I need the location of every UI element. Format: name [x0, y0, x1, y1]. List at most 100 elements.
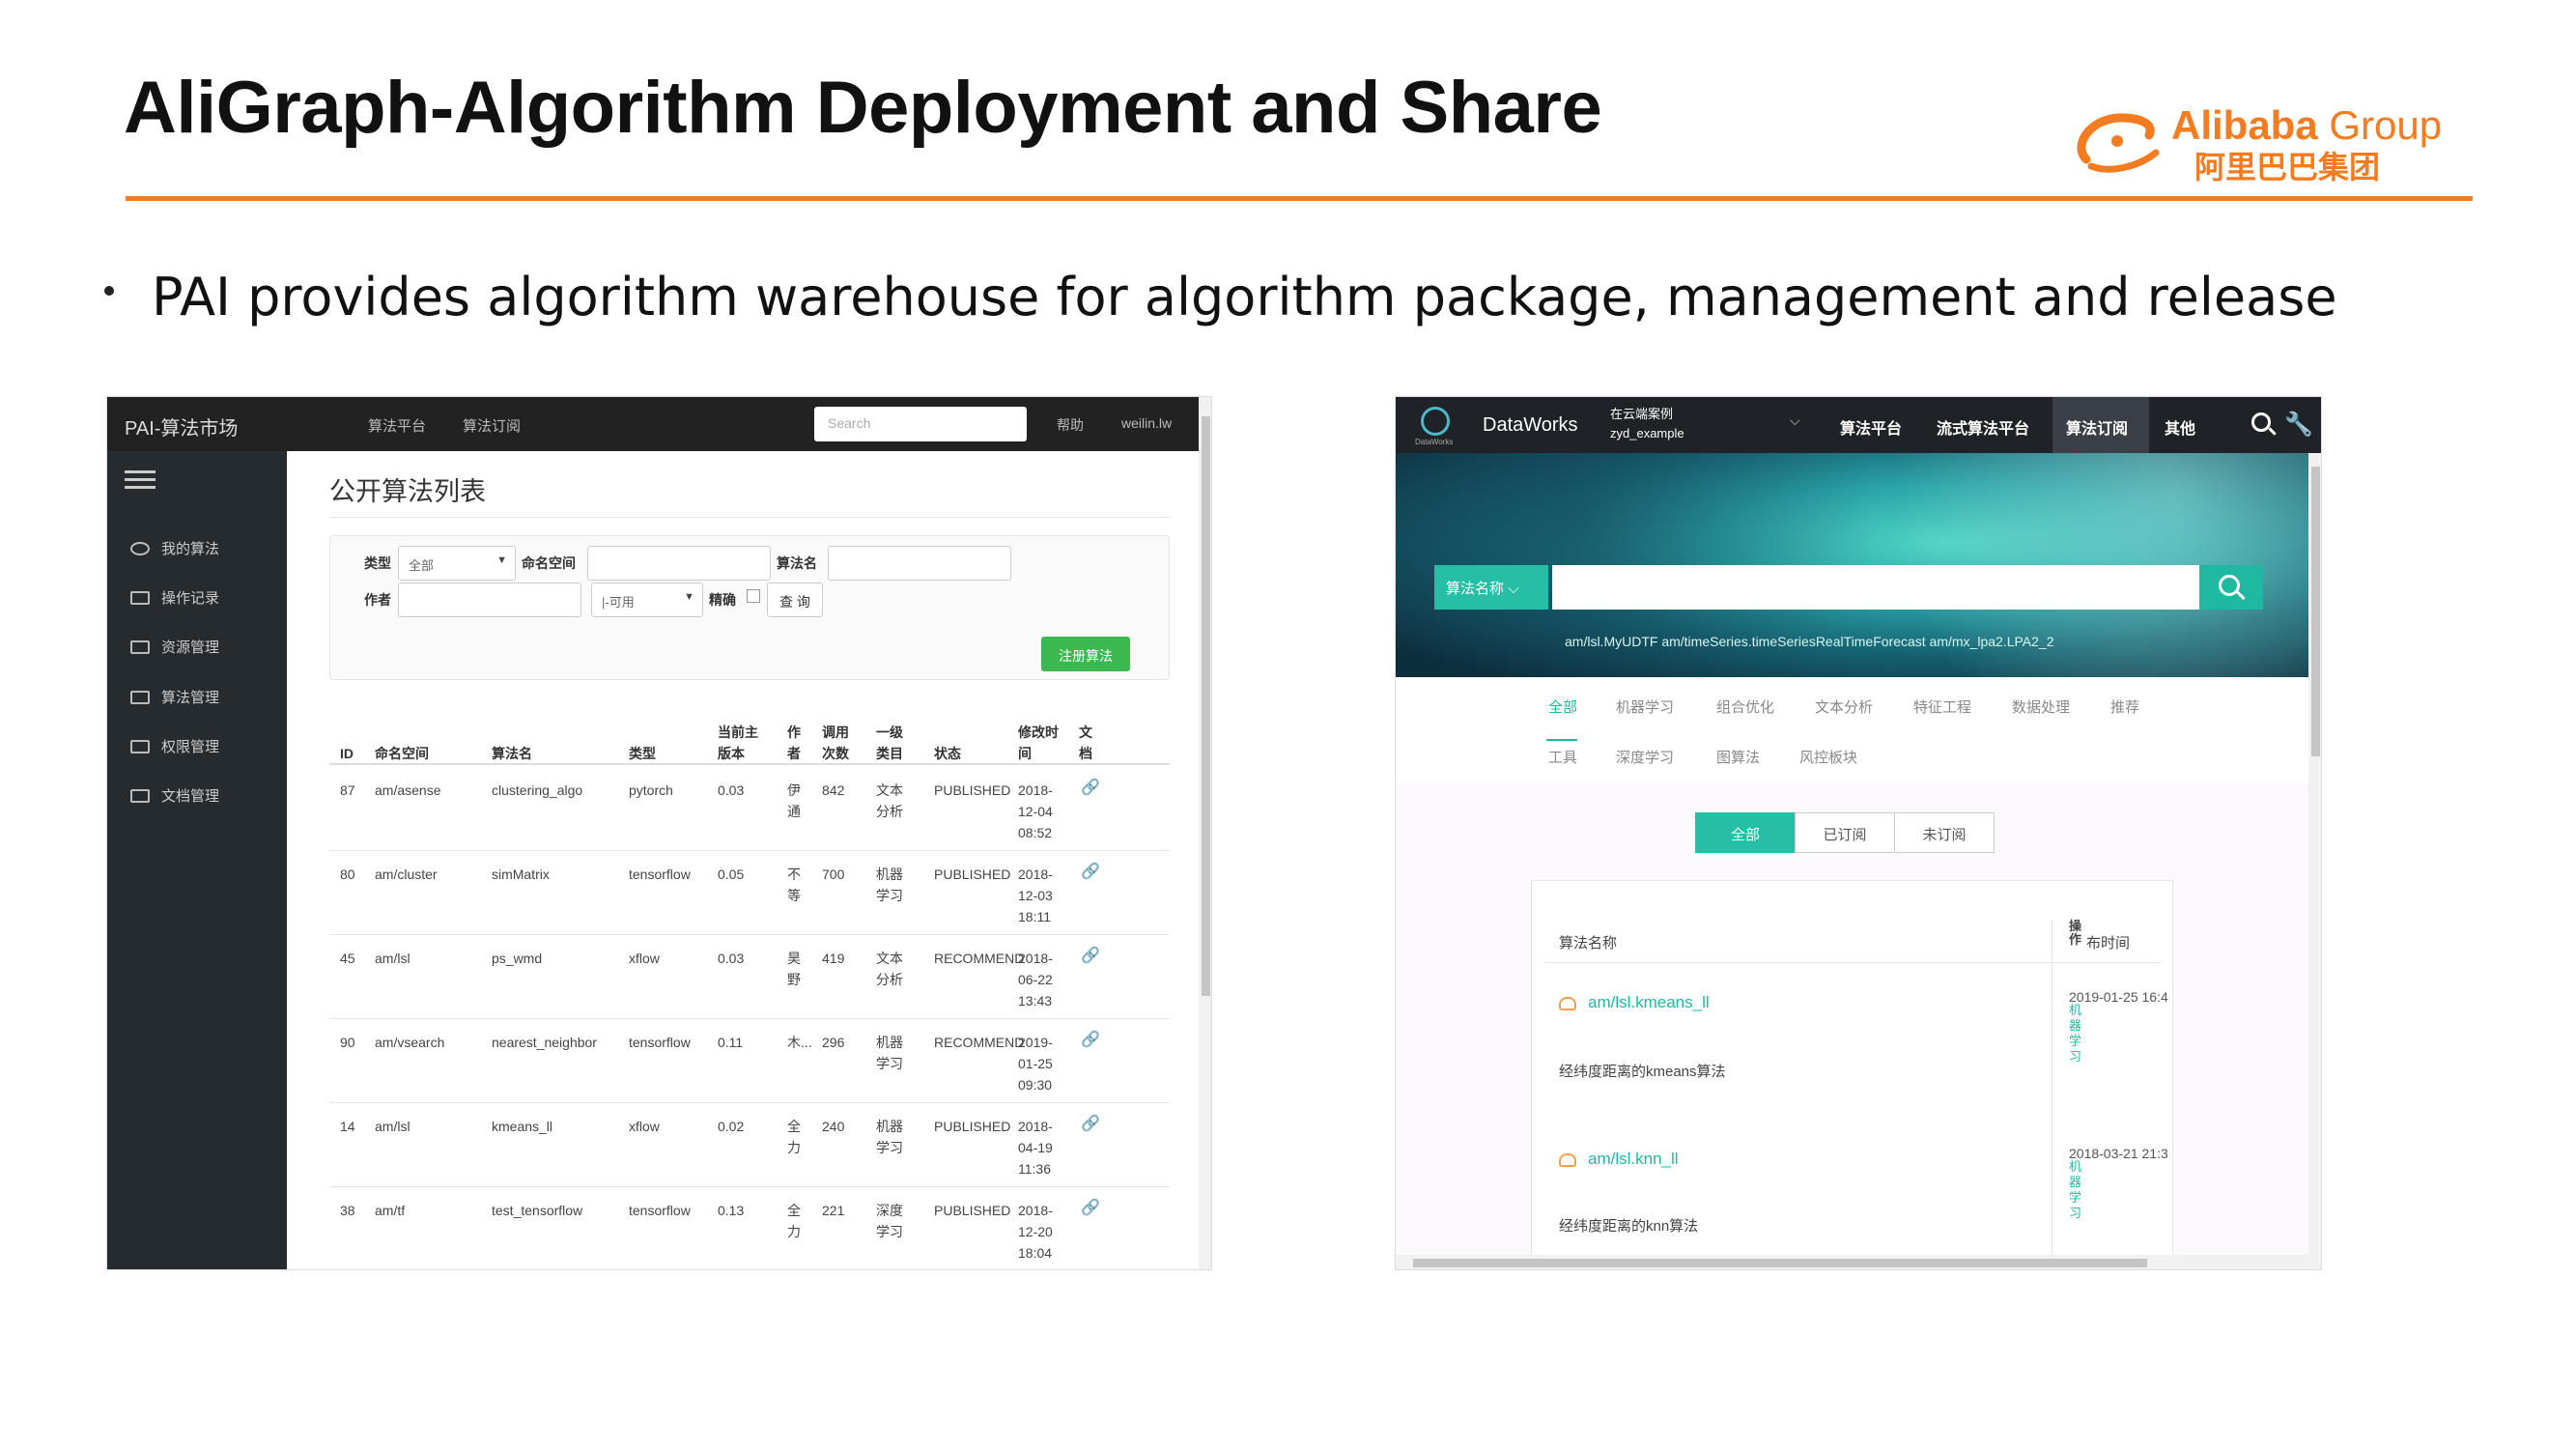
- doc-link-icon[interactable]: 🔗: [1081, 1114, 1100, 1133]
- caret-down-icon: ▼: [684, 591, 694, 603]
- author-input[interactable]: [398, 582, 581, 617]
- cell-type: pytorch: [629, 782, 673, 798]
- sidebar-item-my-algorithms[interactable]: 我的算法: [130, 538, 219, 558]
- availability-select[interactable]: |-可用 ▼: [591, 582, 703, 617]
- sidebar: 我的算法 操作记录 资源管理 算法管理 权限管理 文档管理: [107, 451, 287, 1269]
- cell-category: 机器学习: [876, 1119, 903, 1155]
- segment-subscribed[interactable]: 已订阅: [1795, 812, 1895, 853]
- nav-algorithm-subscription[interactable]: 算法订阅: [2066, 415, 2128, 439]
- chevron-down-icon: ⌵: [1508, 581, 1519, 597]
- category-tools[interactable]: 工具: [1548, 747, 1577, 767]
- row-divider: [329, 1102, 1170, 1103]
- chevron-down-icon[interactable]: ⌵: [1790, 412, 1800, 429]
- type-select[interactable]: 全部 ▼: [398, 546, 516, 581]
- scrollbar-thumb[interactable]: [1202, 416, 1210, 996]
- wrench-icon[interactable]: 🔧: [2284, 411, 2313, 439]
- project-selector[interactable]: 在云端案例 zyd_example: [1610, 405, 1684, 443]
- doc-link-icon[interactable]: 🔗: [1081, 862, 1100, 881]
- cell-status: PUBLISHED: [934, 1203, 1011, 1218]
- search-icon[interactable]: [2251, 412, 2271, 432]
- nav-help[interactable]: 帮助: [1057, 415, 1084, 435]
- segment-all[interactable]: 全部: [1695, 812, 1796, 853]
- category-combinatorial-opt[interactable]: 组合优化: [1716, 696, 1774, 717]
- doc-link-icon[interactable]: 🔗: [1081, 1198, 1100, 1217]
- cell-status: RECOMMEND: [934, 951, 1025, 966]
- algo-name-input[interactable]: [828, 546, 1011, 581]
- vertical-scrollbar[interactable]: [1199, 397, 1211, 1269]
- list-header-divider: [1543, 962, 2162, 963]
- search-input[interactable]: [1552, 565, 2199, 610]
- cell-author: 昊野: [787, 951, 801, 987]
- category-data-processing[interactable]: 数据处理: [2012, 696, 2070, 717]
- category-text-analysis[interactable]: 文本分析: [1815, 696, 1873, 717]
- hot-search-terms[interactable]: am/lsl.MyUDTF am/timeSeries.timeSeriesRe…: [1565, 634, 2053, 649]
- category-risk-control[interactable]: 风控板块: [1799, 747, 1857, 767]
- nav-algorithm-platform[interactable]: 算法平台: [1840, 415, 1902, 439]
- cell-type: tensorflow: [629, 1203, 691, 1218]
- search-hero-banner: 算法名称 ⌵ am/lsl.MyUDTF am/timeSeries.timeS…: [1396, 453, 2308, 677]
- col-header-type: 类型: [629, 746, 656, 761]
- search-button[interactable]: [2199, 565, 2263, 610]
- scrollbar-thumb[interactable]: [2311, 467, 2320, 756]
- horizontal-scrollbar[interactable]: [1396, 1255, 2308, 1269]
- cell-version: 0.03: [718, 782, 745, 798]
- row-divider: [329, 1186, 1170, 1187]
- cell-author: 全力: [787, 1203, 801, 1239]
- category-all[interactable]: 全部: [1548, 696, 1577, 717]
- sidebar-item-permission-mgmt[interactable]: 权限管理: [130, 736, 219, 756]
- nav-stream-algorithm-platform[interactable]: 流式算法平台: [1937, 415, 2029, 439]
- category-recommendation[interactable]: 推荐: [2110, 696, 2139, 717]
- cell-algo-name: clustering_algo: [492, 782, 583, 798]
- cell-calls: 700: [822, 867, 845, 882]
- cell-id: 87: [340, 782, 355, 798]
- search-field-select[interactable]: 算法名称 ⌵: [1434, 565, 1548, 610]
- vertical-scrollbar[interactable]: [2308, 453, 2321, 1269]
- main-content: 公开算法列表 类型 全部 ▼ 命名空间 算法名 作者 |-可用 ▼ 精确 查 询 注…: [287, 451, 1199, 1269]
- menu-toggle-icon[interactable]: [125, 470, 156, 496]
- brand-title[interactable]: PAI-算法市场: [125, 412, 238, 440]
- category-deep-learning[interactable]: 深度学习: [1616, 747, 1674, 767]
- publish-time: 2019-01-25 16:4: [2069, 989, 2168, 1005]
- sidebar-item-resource-mgmt[interactable]: 资源管理: [130, 637, 219, 657]
- exact-checkbox[interactable]: [747, 589, 760, 603]
- cell-calls: 221: [822, 1203, 845, 1218]
- brand-title[interactable]: DataWorks: [1483, 414, 1578, 437]
- folder-icon: [130, 640, 150, 654]
- namespace-input[interactable]: [587, 546, 771, 581]
- cell-modified-time: 13:43: [1018, 993, 1053, 1009]
- row-divider: [329, 934, 1170, 935]
- category-graph-algorithms[interactable]: 图算法: [1716, 747, 1760, 767]
- search-input[interactable]: Search: [814, 407, 1027, 441]
- nav-other[interactable]: 其他: [2165, 415, 2195, 439]
- register-algorithm-button[interactable]: 注册算法: [1041, 637, 1130, 671]
- category-machine-learning[interactable]: 机器学习: [1616, 696, 1674, 717]
- cell-type: xflow: [629, 951, 660, 966]
- category-feature-engineering[interactable]: 特征工程: [1913, 696, 1971, 717]
- cell-category: 机器学习: [876, 1035, 903, 1071]
- query-button[interactable]: 查 询: [767, 582, 823, 617]
- doc-link-icon[interactable]: 🔗: [1081, 778, 1100, 797]
- slide-title: AliGraph-Algorithm Deployment and Share: [124, 67, 1602, 149]
- sidebar-item-algorithm-mgmt[interactable]: 算法管理: [130, 687, 219, 707]
- list-header-time: 布时间: [2086, 935, 2131, 952]
- exact-label: 精确: [709, 592, 736, 608]
- sidebar-item-doc-mgmt[interactable]: 文档管理: [130, 785, 219, 806]
- algorithm-category[interactable]: 机器学习: [2069, 1003, 2082, 1065]
- doc-link-icon[interactable]: 🔗: [1081, 946, 1100, 965]
- col-header-status: 状态: [934, 746, 961, 761]
- row-divider: [329, 1018, 1170, 1019]
- author-label: 作者: [364, 592, 391, 608]
- scrollbar-thumb[interactable]: [1413, 1259, 2147, 1267]
- heading-divider: [329, 517, 1170, 518]
- nav-algorithm-subscription[interactable]: 算法订阅: [463, 415, 521, 436]
- sidebar-item-operation-log[interactable]: 操作记录: [130, 587, 219, 608]
- doc-link-icon[interactable]: 🔗: [1081, 1030, 1100, 1049]
- algorithm-category[interactable]: 机器学习: [2069, 1159, 2082, 1221]
- algorithm-link[interactable]: am/lsl.knn_ll: [1588, 1150, 1679, 1169]
- user-menu[interactable]: weilin.lw: [1121, 415, 1172, 431]
- nav-algorithm-platform[interactable]: 算法平台: [368, 415, 426, 436]
- segment-unsubscribed[interactable]: 未订阅: [1894, 812, 1995, 853]
- col-header-author: 作者: [787, 724, 801, 761]
- algorithm-link[interactable]: am/lsl.kmeans_ll: [1588, 993, 1710, 1012]
- dataworks-logo-icon[interactable]: [1421, 407, 1450, 436]
